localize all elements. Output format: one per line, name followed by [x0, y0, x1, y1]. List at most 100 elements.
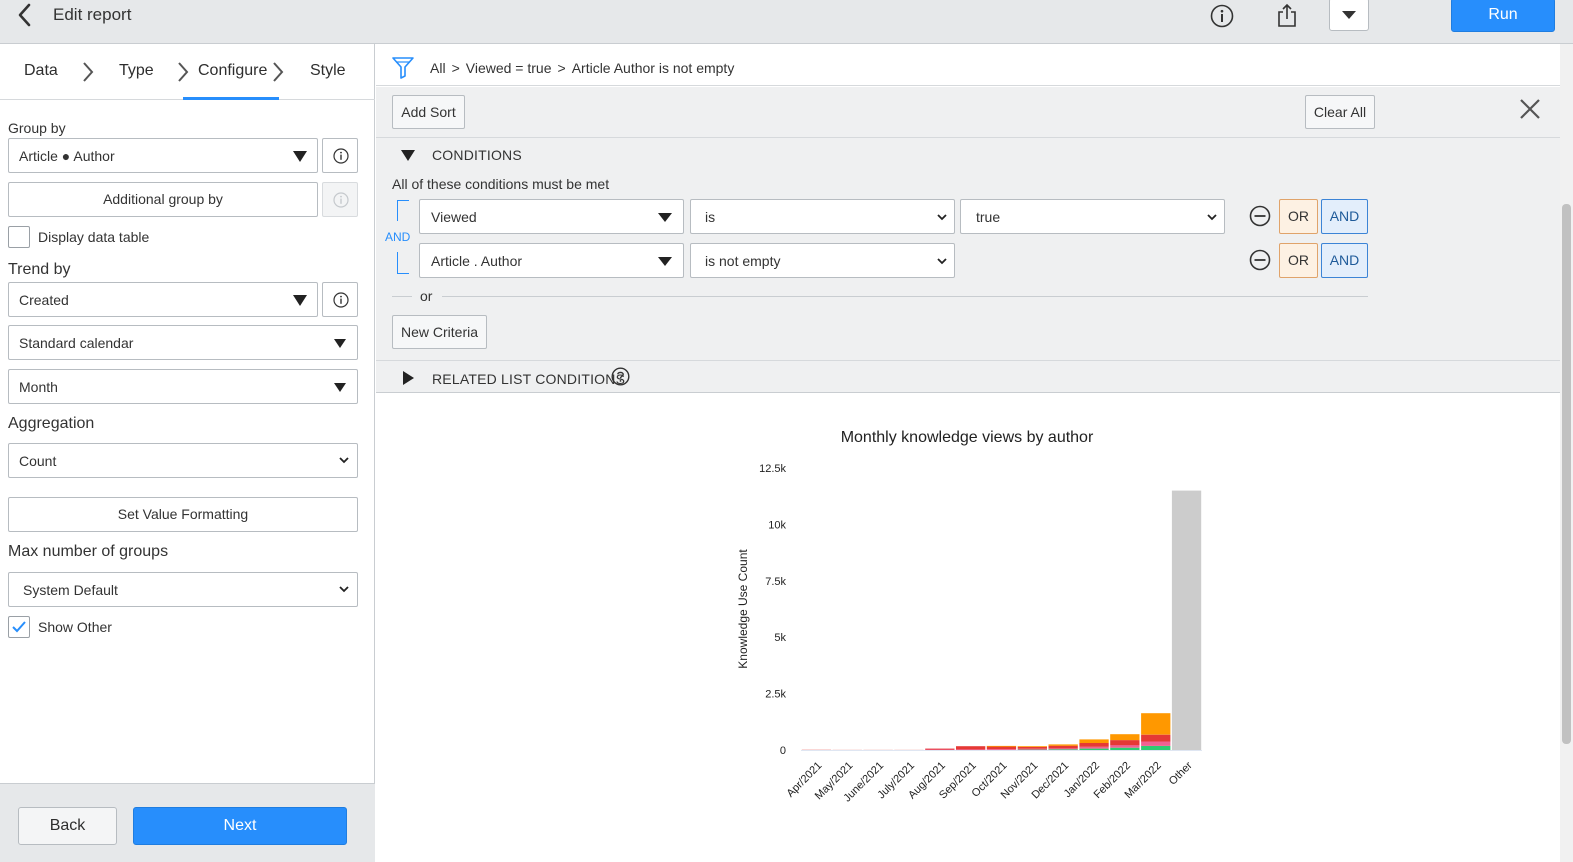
- caret-down-icon: [334, 383, 346, 392]
- calendar-select[interactable]: Standard calendar: [8, 325, 358, 360]
- report-preview-panel: All > Viewed = true > Article Author is not …: [376, 44, 1560, 862]
- condition-value-value: true: [976, 209, 1001, 225]
- condition-field-value: Article . Author: [431, 253, 523, 269]
- divider: [376, 137, 1560, 138]
- aggregation-select[interactable]: Count: [8, 443, 358, 478]
- chart-container: Monthly knowledge views by author Knowle…: [376, 394, 1560, 862]
- more-options-dropdown[interactable]: [1329, 0, 1369, 31]
- group-by-select[interactable]: Article ● Author: [8, 138, 318, 173]
- or-button[interactable]: OR: [1279, 243, 1318, 278]
- caret-down-icon: [1342, 11, 1356, 19]
- breadcrumb-item[interactable]: Viewed = true: [466, 60, 552, 76]
- interval-select[interactable]: Month: [8, 369, 358, 404]
- breadcrumb-item[interactable]: Article Author is not empty: [572, 60, 735, 76]
- bar-segment[interactable]: [1079, 746, 1109, 749]
- bar-segment[interactable]: [1079, 748, 1109, 750]
- conditions-hint: All of these conditions must be met: [392, 176, 610, 192]
- chevron-right-icon: [273, 62, 284, 82]
- condition-operator-select[interactable]: is not empty: [690, 243, 955, 278]
- y-axis-label: Knowledge Use Count: [736, 549, 750, 669]
- bar-segment[interactable]: [1017, 746, 1047, 747]
- chevron-down-icon: [1207, 214, 1217, 221]
- display-data-table-checkbox[interactable]: [8, 226, 30, 248]
- step-style[interactable]: Style: [310, 62, 346, 80]
- step-type[interactable]: Type: [119, 62, 154, 80]
- bar-segment[interactable]: [1141, 713, 1171, 735]
- chart-title: Monthly knowledge views by author: [841, 429, 1094, 446]
- and-button[interactable]: AND: [1321, 199, 1368, 234]
- run-button[interactable]: Run: [1451, 0, 1555, 32]
- expand-triangle-icon[interactable]: [403, 371, 414, 385]
- y-tick-label: 10k: [768, 519, 786, 531]
- step-configure[interactable]: Configure: [198, 62, 267, 80]
- display-data-table-label: Display data table: [38, 229, 150, 245]
- scrollbar[interactable]: [1560, 44, 1573, 862]
- remove-condition-icon[interactable]: [1249, 205, 1271, 227]
- trend-by-select[interactable]: Created: [8, 282, 318, 317]
- show-other-checkbox[interactable]: [8, 616, 30, 638]
- additional-group-by-button[interactable]: Additional group by: [8, 182, 318, 217]
- add-sort-button[interactable]: Add Sort: [392, 95, 465, 129]
- bar-segment[interactable]: [1171, 490, 1202, 750]
- step-data[interactable]: Data: [24, 62, 58, 80]
- set-value-formatting-button[interactable]: Set Value Formatting: [8, 497, 358, 532]
- bar-segment[interactable]: [986, 745, 1017, 747]
- condition-field-select[interactable]: Viewed: [419, 199, 684, 234]
- condition-field-select[interactable]: Article . Author: [419, 243, 684, 278]
- bar-segment[interactable]: [1141, 734, 1171, 742]
- bar-segment[interactable]: [1048, 748, 1078, 750]
- bar-segment[interactable]: [1079, 739, 1109, 743]
- bar-segment[interactable]: [1017, 748, 1047, 750]
- bar-segment[interactable]: [956, 749, 986, 751]
- clear-all-button[interactable]: Clear All: [1305, 95, 1375, 129]
- bar-segment[interactable]: [986, 746, 1017, 750]
- y-tick-label: 5k: [774, 632, 786, 644]
- bar-segment[interactable]: [1141, 741, 1171, 746]
- bar-segment[interactable]: [1110, 745, 1140, 748]
- help-icon[interactable]: [611, 367, 630, 386]
- next-button[interactable]: Next: [133, 807, 347, 845]
- bar-segment[interactable]: [1048, 749, 1078, 751]
- share-icon[interactable]: [1274, 3, 1300, 29]
- condition-operator-select[interactable]: is: [690, 199, 955, 234]
- scrollbar-thumb[interactable]: [1562, 204, 1571, 744]
- bars: [801, 490, 1202, 751]
- and-button[interactable]: AND: [1321, 243, 1368, 278]
- additional-group-by-info-button: [322, 182, 358, 217]
- back-chevron-icon[interactable]: [12, 2, 38, 28]
- info-icon[interactable]: [1209, 3, 1235, 29]
- chevron-right-icon: [83, 62, 94, 82]
- interval-value: Month: [19, 379, 58, 395]
- back-button[interactable]: Back: [18, 807, 117, 845]
- close-icon[interactable]: [1518, 97, 1542, 121]
- trend-by-info-button[interactable]: [322, 282, 358, 317]
- group-by-label: Group by: [8, 120, 66, 136]
- new-criteria-button[interactable]: New Criteria: [392, 315, 487, 349]
- bar-segment[interactable]: [986, 749, 1017, 750]
- aggregation-label: Aggregation: [8, 415, 95, 432]
- remove-condition-icon[interactable]: [1249, 249, 1271, 271]
- filter-funnel-icon[interactable]: [392, 56, 414, 80]
- y-tick-label: 7.5k: [765, 576, 786, 588]
- calendar-value: Standard calendar: [19, 335, 134, 351]
- page-title: Edit report: [53, 5, 132, 24]
- bar-segment[interactable]: [1048, 745, 1078, 749]
- max-groups-select[interactable]: System Default: [8, 572, 358, 607]
- bar-segment[interactable]: [1110, 740, 1140, 746]
- bar-segment[interactable]: [956, 746, 986, 750]
- bar-segment[interactable]: [1110, 734, 1140, 741]
- bar-segment[interactable]: [1079, 743, 1109, 747]
- condition-operator-value: is: [705, 209, 716, 225]
- bar-segment[interactable]: [1017, 746, 1047, 749]
- group-by-info-button[interactable]: [322, 138, 358, 173]
- breadcrumb-item[interactable]: All: [430, 60, 446, 76]
- collapse-triangle-icon[interactable]: [401, 150, 415, 161]
- or-button[interactable]: OR: [1279, 199, 1318, 234]
- bar-segment[interactable]: [1048, 744, 1078, 746]
- bar-segment[interactable]: [1141, 745, 1171, 750]
- top-bar: Edit report Run: [0, 0, 1573, 44]
- condition-value-select[interactable]: true: [960, 199, 1225, 234]
- bar-segment[interactable]: [925, 748, 955, 750]
- bar-segment[interactable]: [1110, 747, 1140, 750]
- show-other-label: Show Other: [38, 619, 112, 635]
